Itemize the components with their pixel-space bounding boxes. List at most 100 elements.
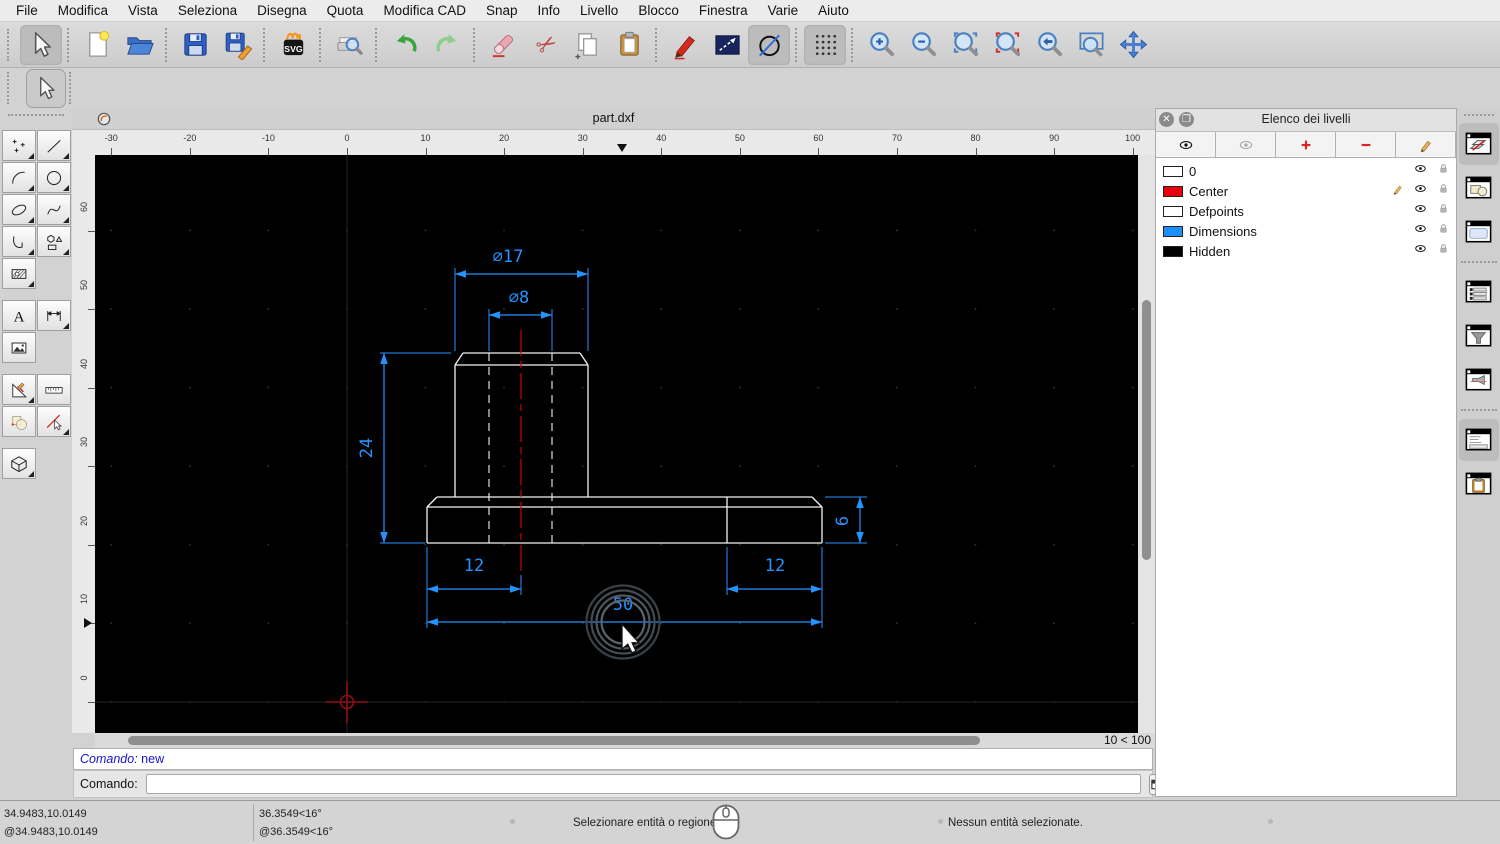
layer-lock-icon[interactable] [1436, 201, 1451, 221]
solid-3d-tool-button[interactable] [2, 448, 36, 479]
command-input[interactable] [146, 774, 1141, 794]
remove-layer-button[interactable] [1336, 132, 1396, 157]
dock-drag-handle[interactable] [1464, 114, 1494, 116]
layer-row-hidden[interactable]: Hidden [1156, 241, 1456, 261]
menu-file[interactable]: File [6, 0, 48, 22]
library-panel-toggle-button[interactable] [1459, 211, 1499, 253]
dimension-tool-button[interactable] [37, 300, 71, 331]
layer-visibility-icon[interactable] [1412, 240, 1429, 262]
open-folder-button[interactable] [118, 25, 160, 65]
print-preview-button[interactable] [328, 25, 370, 65]
menu-aiuto[interactable]: Aiuto [808, 0, 859, 22]
layer-row-0[interactable]: 0 [1156, 161, 1456, 181]
edit-layer-button[interactable] [1396, 132, 1456, 157]
layer-lock-icon[interactable] [1436, 221, 1451, 241]
toolbar-drag-handle[interactable] [69, 72, 79, 104]
section-panel-toggle-button[interactable] [1459, 359, 1499, 401]
layer-row-defpoints[interactable]: Defpoints [1156, 201, 1456, 221]
menu-disegna[interactable]: Disegna [247, 0, 317, 22]
circle-tool-button[interactable] [37, 162, 71, 193]
image-tool-button[interactable] [2, 332, 36, 363]
zoom-auto-button[interactable] [944, 25, 986, 65]
undo-button[interactable] [384, 25, 426, 65]
zoom-selected-button[interactable] [986, 25, 1028, 65]
select-entity-tool-button[interactable] [37, 406, 71, 437]
layer-row-center[interactable]: Center [1156, 181, 1456, 201]
hatch-tool-button[interactable] [2, 258, 36, 289]
zoom-previous-button[interactable] [1028, 25, 1070, 65]
list-panel-toggle-button[interactable] [1459, 271, 1499, 313]
menu-quota[interactable]: Quota [317, 0, 374, 22]
command-panel-toggle-button[interactable] [1459, 419, 1499, 461]
drawing-canvas[interactable]: ⌀17⌀8246121250 [95, 155, 1138, 733]
horizontal-scrollbar[interactable]: 10 < 100 [95, 733, 1155, 748]
pen-edit-button[interactable] [664, 25, 706, 65]
circle-line-button[interactable] [748, 25, 790, 65]
menu-snap[interactable]: Snap [476, 0, 528, 22]
add-layer-button[interactable] [1276, 132, 1336, 157]
menu-blocco[interactable]: Blocco [628, 0, 689, 22]
toolbar-drag-handle[interactable] [7, 29, 17, 61]
menu-modifica[interactable]: Modifica [48, 0, 118, 22]
zoom-out-button[interactable] [902, 25, 944, 65]
menu-seleziona[interactable]: Seleziona [168, 0, 247, 22]
blocks-panel-toggle-button[interactable] [1459, 167, 1499, 209]
close-panel-button[interactable]: ✕ [1159, 112, 1174, 127]
measure-tool-button[interactable] [2, 374, 36, 405]
arc-tool-button[interactable] [2, 162, 36, 193]
horizontal-scrollbar-thumb[interactable] [128, 736, 980, 745]
spline-tool-button[interactable] [37, 194, 71, 225]
grid-toggle-button[interactable] [804, 25, 846, 65]
zoom-in-button[interactable] [860, 25, 902, 65]
layer-lock-icon[interactable] [1436, 161, 1451, 181]
pan-button[interactable] [1112, 25, 1154, 65]
save-button[interactable] [174, 25, 216, 65]
menu-info[interactable]: Info [528, 0, 571, 22]
polyline-tool-button[interactable] [2, 226, 36, 257]
vertical-scrollbar[interactable] [1138, 155, 1155, 733]
menu-finestra[interactable]: Finestra [689, 0, 758, 22]
points-tool-button[interactable] [2, 130, 36, 161]
menu-livello[interactable]: Livello [570, 0, 628, 22]
hide-all-layers-button[interactable] [1216, 132, 1276, 157]
filter-panel-toggle-button[interactable] [1459, 315, 1499, 357]
layer-lock-icon[interactable] [1436, 241, 1451, 261]
palette-drag-handle[interactable] [8, 114, 64, 122]
menu-modifica-cad[interactable]: Modifica CAD [373, 0, 476, 22]
text-tool-button[interactable]: A [2, 300, 36, 331]
layer-visibility-icon[interactable] [1412, 200, 1429, 222]
ellipse-tool-button[interactable] [2, 194, 36, 225]
current-tool-select-button[interactable] [26, 69, 66, 108]
copy-button[interactable] [566, 25, 608, 65]
line-properties-button[interactable] [706, 25, 748, 65]
add-layer-icon [1296, 135, 1316, 155]
layers-panel-toggle-button[interactable] [1459, 123, 1499, 165]
cut-button[interactable]: ✂ [524, 25, 566, 65]
menu-varie[interactable]: Varie [758, 0, 809, 22]
line-tool-button[interactable] [37, 130, 71, 161]
menu-vista[interactable]: Vista [118, 0, 168, 22]
layer-visibility-icon[interactable] [1412, 180, 1429, 202]
svg-export-button[interactable]: SVG [272, 25, 314, 65]
redo-button[interactable] [426, 25, 468, 65]
save-as-button[interactable] [216, 25, 258, 65]
layer-lock-icon[interactable] [1436, 181, 1451, 201]
paste-button[interactable] [608, 25, 650, 65]
new-file-button[interactable] [76, 25, 118, 65]
show-all-layers-button[interactable] [1156, 132, 1216, 157]
layer-row-dimensions[interactable]: Dimensions [1156, 221, 1456, 241]
ruler-tool-button[interactable] [37, 374, 71, 405]
select-arrow-button[interactable] [20, 25, 62, 65]
toolbar-drag-handle[interactable] [7, 72, 17, 104]
zoom-window-button[interactable] [1070, 25, 1112, 65]
layer-visibility-icon[interactable] [1412, 160, 1429, 182]
vertical-scrollbar-thumb[interactable] [1142, 300, 1151, 560]
detach-panel-button[interactable]: ❐ [1179, 112, 1194, 127]
eraser-button[interactable] [482, 25, 524, 65]
arc-icon [9, 165, 29, 191]
modify-tool-button[interactable] [2, 406, 36, 437]
document-tab-bar[interactable]: part.dxf [72, 108, 1155, 130]
shapes-tool-button[interactable] [37, 226, 71, 257]
clipboard-panel-toggle-button[interactable] [1459, 463, 1499, 505]
layer-visibility-icon[interactable] [1412, 220, 1429, 242]
